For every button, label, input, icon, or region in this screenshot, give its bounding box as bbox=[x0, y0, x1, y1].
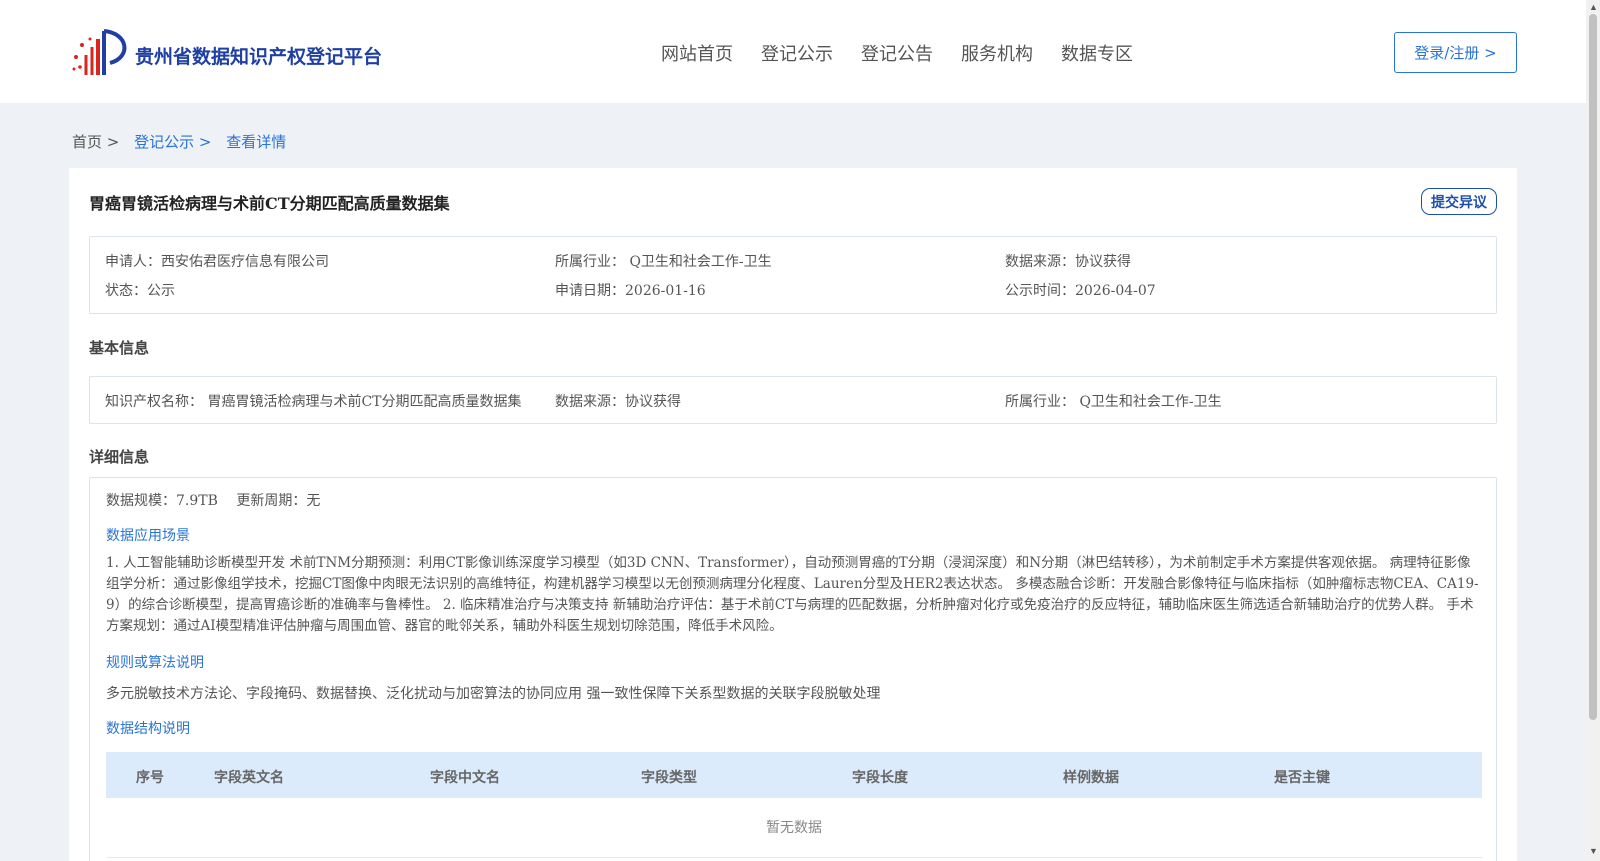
main-nav: 网站首页 登记公示 登记公告 服务机构 数据专区 bbox=[661, 40, 1161, 66]
logo-icon[interactable] bbox=[70, 27, 130, 79]
login-register-button[interactable]: 登录/注册 > bbox=[1394, 32, 1517, 73]
breadcrumb-registration-publicity[interactable]: 登记公示 > bbox=[134, 133, 211, 151]
th-field-type: 字段类型 bbox=[641, 770, 697, 786]
breadcrumb-current: 查看详情 bbox=[226, 133, 287, 151]
th-sample-data: 样例数据 bbox=[1063, 770, 1119, 786]
status: 状态：公示 bbox=[105, 283, 175, 299]
submit-objection-button[interactable]: 提交异议 bbox=[1421, 188, 1497, 215]
application-scenario-title: 数据应用场景 bbox=[106, 528, 190, 544]
th-primary-key: 是否主键 bbox=[1274, 770, 1330, 786]
site-header: 贵州省数据知识产权登记平台 网站首页 登记公示 登记公告 服务机构 数据专区 登… bbox=[0, 0, 1586, 103]
th-field-length: 字段长度 bbox=[852, 770, 908, 786]
detail-info-title: 详细信息 bbox=[89, 448, 150, 466]
nav-service-agencies[interactable]: 服务机构 bbox=[961, 40, 1033, 66]
applicant: 申请人：西安佑君医疗信息有限公司 bbox=[105, 254, 329, 270]
nav-home[interactable]: 网站首页 bbox=[661, 40, 733, 66]
detail-card: 胃癌胃镜活检病理与术前CT分期匹配高质量数据集 提交异议 申请人：西安佑君医疗信… bbox=[69, 168, 1517, 861]
industry: 所属行业： Q卫生和社会工作-卫生 bbox=[555, 254, 772, 270]
rule-algorithm-title: 规则或算法说明 bbox=[106, 655, 204, 671]
page-title: 胃癌胃镜活检病理与术前CT分期匹配高质量数据集 bbox=[89, 194, 450, 213]
apply-date: 申请日期：2026-01-16 bbox=[555, 283, 706, 299]
data-source: 数据来源：协议获得 bbox=[1005, 254, 1131, 270]
breadcrumb-home[interactable]: 首页 > bbox=[72, 133, 119, 151]
breadcrumb: 首页 > 登记公示 > 查看详情 bbox=[72, 131, 286, 152]
scroll-down-arrow-icon[interactable]: ▼ bbox=[1589, 846, 1598, 856]
detail-info-box: 数据规模：7.9TB 更新周期：无 数据应用场景 1. 人工智能辅助诊断模型开发… bbox=[89, 477, 1497, 861]
data-structure-title: 数据结构说明 bbox=[106, 721, 190, 737]
th-index: 序号 bbox=[136, 770, 164, 786]
table-header: 序号 字段英文名 字段中文名 字段类型 字段长度 样例数据 是否主键 bbox=[106, 752, 1482, 798]
publish-time: 公示时间：2026-04-07 bbox=[1005, 283, 1156, 299]
nav-data-zone[interactable]: 数据专区 bbox=[1061, 40, 1133, 66]
nav-registration-announcement[interactable]: 登记公告 bbox=[861, 40, 933, 66]
scroll-up-arrow-icon[interactable]: ▲ bbox=[1589, 2, 1598, 12]
meta-box: 申请人：西安佑君医疗信息有限公司 所属行业： Q卫生和社会工作-卫生 数据来源：… bbox=[89, 236, 1497, 314]
rule-algorithm-text: 多元脱敏技术方法论、字段掩码、数据替换、泛化扰动与加密算法的协同应用 强一致性保… bbox=[106, 686, 881, 702]
th-field-cn: 字段中文名 bbox=[430, 770, 500, 786]
basic-info-box: 知识产权名称： 胃癌胃镜活检病理与术前CT分期匹配高质量数据集 数据来源：协议获… bbox=[89, 376, 1497, 424]
ip-name: 知识产权名称： 胃癌胃镜活检病理与术前CT分期匹配高质量数据集 bbox=[105, 394, 522, 410]
nav-registration-publicity[interactable]: 登记公示 bbox=[761, 40, 833, 66]
basic-industry: 所属行业： Q卫生和社会工作-卫生 bbox=[1005, 394, 1222, 410]
basic-data-source: 数据来源：协议获得 bbox=[555, 394, 681, 410]
table-empty-state: 暂无数据 bbox=[106, 798, 1482, 858]
data-scale: 数据规模：7.9TB 更新周期：无 bbox=[106, 493, 321, 509]
application-scenario-text: 1. 人工智能辅助诊断模型开发 术前TNM分期预测：利用CT影像训练深度学习模型… bbox=[106, 555, 1479, 634]
site-name[interactable]: 贵州省数据知识产权登记平台 bbox=[135, 42, 382, 69]
scroll-thumb[interactable] bbox=[1589, 14, 1597, 720]
vertical-scrollbar[interactable]: ▲ ▼ bbox=[1586, 0, 1600, 861]
basic-info-title: 基本信息 bbox=[89, 339, 150, 357]
th-field-en: 字段英文名 bbox=[214, 770, 284, 786]
